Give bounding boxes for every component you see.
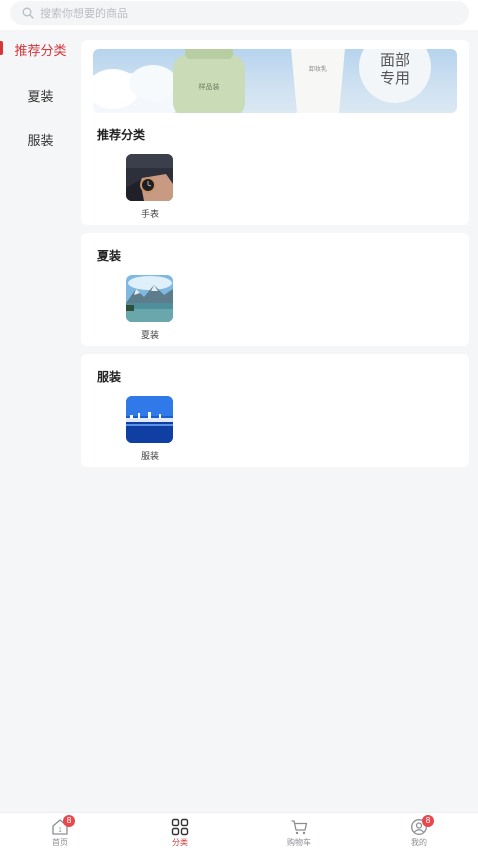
banner-image: 样品装 卸妆乳 面部 专用 [93, 49, 431, 113]
search-input[interactable]: 搜索你想要的商品 [10, 1, 469, 25]
tab-cart[interactable]: 购物车 [269, 816, 329, 850]
section-card-recommended: 样品装 卸妆乳 面部 专用 推荐分类 手表 [81, 40, 469, 225]
section-title: 服装 [97, 370, 122, 384]
svg-text:专用: 专用 [380, 69, 410, 87]
home-badge: 8 [63, 815, 75, 827]
watch-image [126, 154, 173, 201]
section-card-summer: 夏装 夏装 [81, 233, 469, 346]
category-tile-watch[interactable]: 手表 [126, 154, 174, 220]
sidebar-item-label: 服装 [27, 133, 54, 149]
category-tile-summer[interactable]: 夏装 [126, 275, 174, 341]
svg-text:面部: 面部 [380, 51, 410, 69]
tab-profile[interactable]: 8 我的 [389, 815, 449, 850]
tile-label: 服装 [140, 452, 159, 462]
city-night-image [126, 396, 173, 443]
tile-label: 手表 [140, 210, 159, 220]
sidebar-item-clothing[interactable]: 服装 [0, 119, 81, 159]
category-sidebar: 推荐分类 夏装 服装 [0, 30, 81, 812]
tab-label: 我的 [411, 838, 427, 847]
category-tile-clothing[interactable]: 服装 [126, 396, 174, 462]
section-title: 推荐分类 [97, 128, 146, 142]
tile-label: 夏装 [140, 331, 159, 341]
tab-home[interactable]: 1 8 首页 [30, 815, 90, 850]
section-title: 夏装 [97, 249, 122, 263]
lake-mountain-image [126, 275, 173, 322]
tab-label: 分类 [172, 838, 188, 847]
sidebar-item-label: 推荐分类 [14, 43, 67, 59]
bottom-tab-bar: 1 8 首页 分类 购物车 8 我的 [0, 812, 478, 850]
user-icon: 8 [410, 815, 434, 836]
search-placeholder: 搜索你想要的商品 [40, 7, 128, 20]
sidebar-item-recommended[interactable]: 推荐分类 [0, 29, 81, 69]
profile-badge: 8 [422, 815, 434, 827]
promo-banner[interactable]: 样品装 卸妆乳 面部 专用 [93, 49, 457, 113]
svg-text:1: 1 [58, 827, 62, 834]
tab-label: 首页 [52, 838, 68, 847]
sidebar-item-summer[interactable]: 夏装 [0, 75, 81, 115]
tab-label: 购物车 [287, 838, 311, 847]
svg-text:卸妆乳: 卸妆乳 [309, 65, 327, 73]
cart-icon [290, 818, 308, 836]
home-icon: 1 8 [51, 815, 75, 836]
tab-category[interactable]: 分类 [150, 816, 210, 850]
category-grid-icon [171, 818, 189, 836]
search-icon [22, 7, 34, 19]
svg-text:样品装: 样品装 [199, 82, 220, 91]
sidebar-item-label: 夏装 [27, 89, 54, 105]
section-card-clothing: 服装 服装 [81, 354, 469, 467]
search-header: 搜索你想要的商品 [0, 0, 478, 30]
